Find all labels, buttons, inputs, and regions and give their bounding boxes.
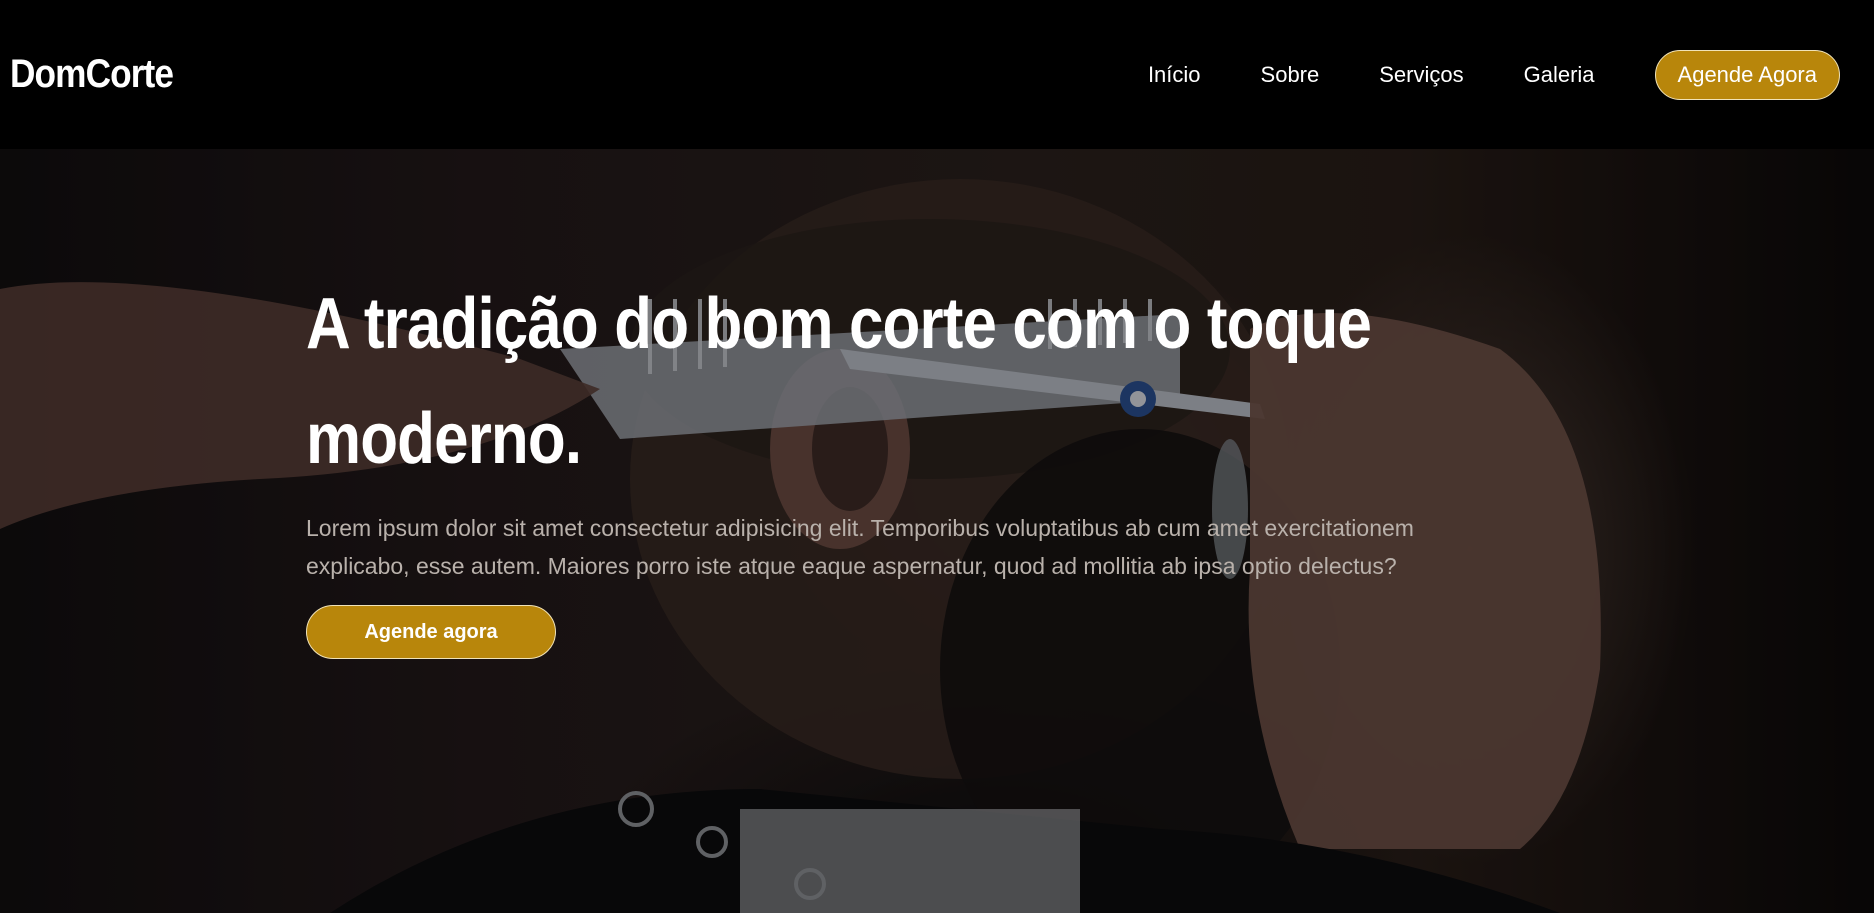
nav-link-servicos[interactable]: Serviços (1379, 62, 1463, 88)
hero-title: A tradição do bom corte com o toque mode… (306, 284, 1372, 479)
hero-content: A tradição do bom corte com o toque mode… (306, 267, 1506, 659)
nav-link-galeria[interactable]: Galeria (1524, 62, 1595, 88)
nav-link-sobre[interactable]: Sobre (1261, 62, 1320, 88)
nav-cta-button[interactable]: Agende Agora (1654, 49, 1840, 100)
hero-description: Lorem ipsum dolor sit amet consectetur a… (306, 515, 1414, 579)
site-header: DomCorte Início Sobre Serviços Galeria A… (0, 0, 1874, 149)
hero-section: A tradição do bom corte com o toque mode… (0, 149, 1874, 913)
nav-link-inicio[interactable]: Início (1148, 62, 1201, 88)
brand-logo[interactable]: DomCorte (10, 52, 174, 97)
hero-schedule-button[interactable]: Agende agora (306, 605, 556, 659)
main-nav: Início Sobre Serviços Galeria Agende Ago… (1148, 49, 1840, 100)
